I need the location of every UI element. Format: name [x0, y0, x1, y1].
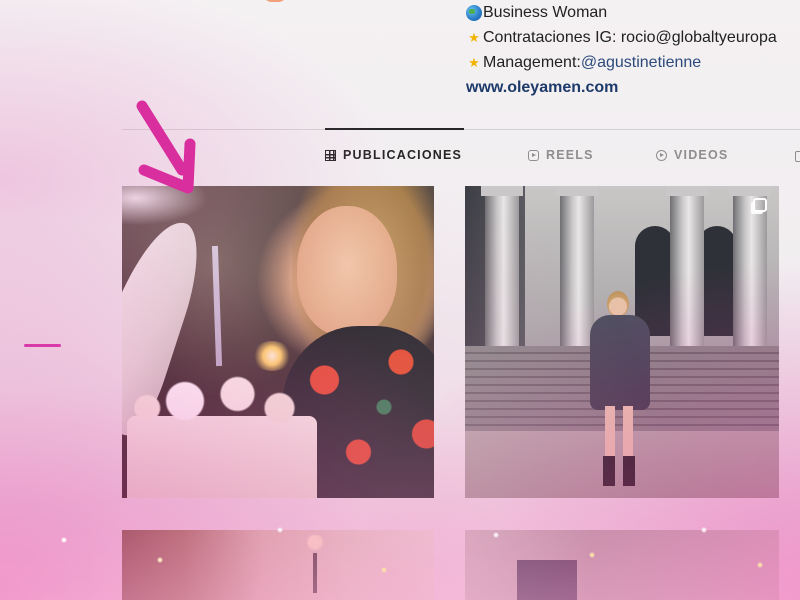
active-tab-indicator	[325, 128, 464, 130]
post-image-part	[211, 245, 223, 367]
globe-icon	[466, 4, 482, 21]
post-image-part	[605, 406, 635, 461]
pink-dash-mark	[24, 344, 61, 347]
instagram-profile-screen: Business Woman ★ Contrataciones IG: roci…	[0, 0, 800, 600]
bio-management-label: Management:	[483, 54, 581, 71]
pink-arrow-icon	[136, 100, 196, 194]
post-image-part	[252, 341, 292, 371]
website-link[interactable]: www.oleyamen.com	[466, 75, 618, 100]
post-image-part	[517, 560, 577, 600]
video-icon	[656, 149, 667, 161]
star-icon: ★	[468, 29, 480, 45]
tab-reels[interactable]: REELS	[528, 148, 594, 162]
post-image-part	[122, 366, 332, 436]
post-image-part	[300, 535, 330, 595]
tab-videos[interactable]: VIDEOS	[656, 148, 728, 162]
profile-tabs: PUBLICACIONES REELS VIDEOS	[0, 148, 800, 168]
bio-line-management: ★ Management: @agustinetienne	[466, 50, 777, 75]
post-image-part	[585, 291, 655, 491]
multi-photo-icon	[753, 198, 767, 212]
bio-line-website: www.oleyamen.com	[466, 75, 777, 100]
post-image-part	[607, 291, 629, 317]
post-image-part	[481, 186, 523, 351]
bio-business-text: Business Woman	[483, 4, 608, 21]
post-interior-lamp[interactable]	[122, 530, 434, 600]
bio-line-contrataciones: ★ Contrataciones IG: rocio@globaltyeurop…	[466, 25, 777, 50]
tab-reels-label: REELS	[546, 148, 594, 162]
post-image-part	[666, 186, 708, 351]
post-birthday-cake[interactable]	[122, 186, 434, 498]
tab-publicaciones[interactable]: PUBLICACIONES	[325, 148, 462, 162]
star-icon: ★	[468, 54, 480, 70]
post-image-part	[603, 456, 639, 486]
grid-icon	[325, 149, 336, 161]
reels-icon	[528, 149, 539, 161]
tab-publicaciones-label: PUBLICACIONES	[343, 148, 463, 162]
post-building-steps[interactable]	[465, 186, 779, 498]
tab-videos-label: VIDEOS	[674, 148, 729, 162]
profile-bio: Business Woman ★ Contrataciones IG: roci…	[466, 0, 777, 100]
bio-contrataciones-text: Contrataciones IG: rocio@globaltyeuropa	[483, 29, 777, 46]
decorative-ring	[262, 0, 288, 2]
post-image-part	[590, 315, 650, 410]
management-mention-link[interactable]: @agustinetienne	[581, 50, 701, 75]
post-street-building[interactable]	[465, 530, 779, 600]
bio-line-business: Business Woman	[466, 0, 777, 25]
post-image-part	[297, 206, 397, 336]
tagged-tab-icon[interactable]	[795, 151, 800, 162]
